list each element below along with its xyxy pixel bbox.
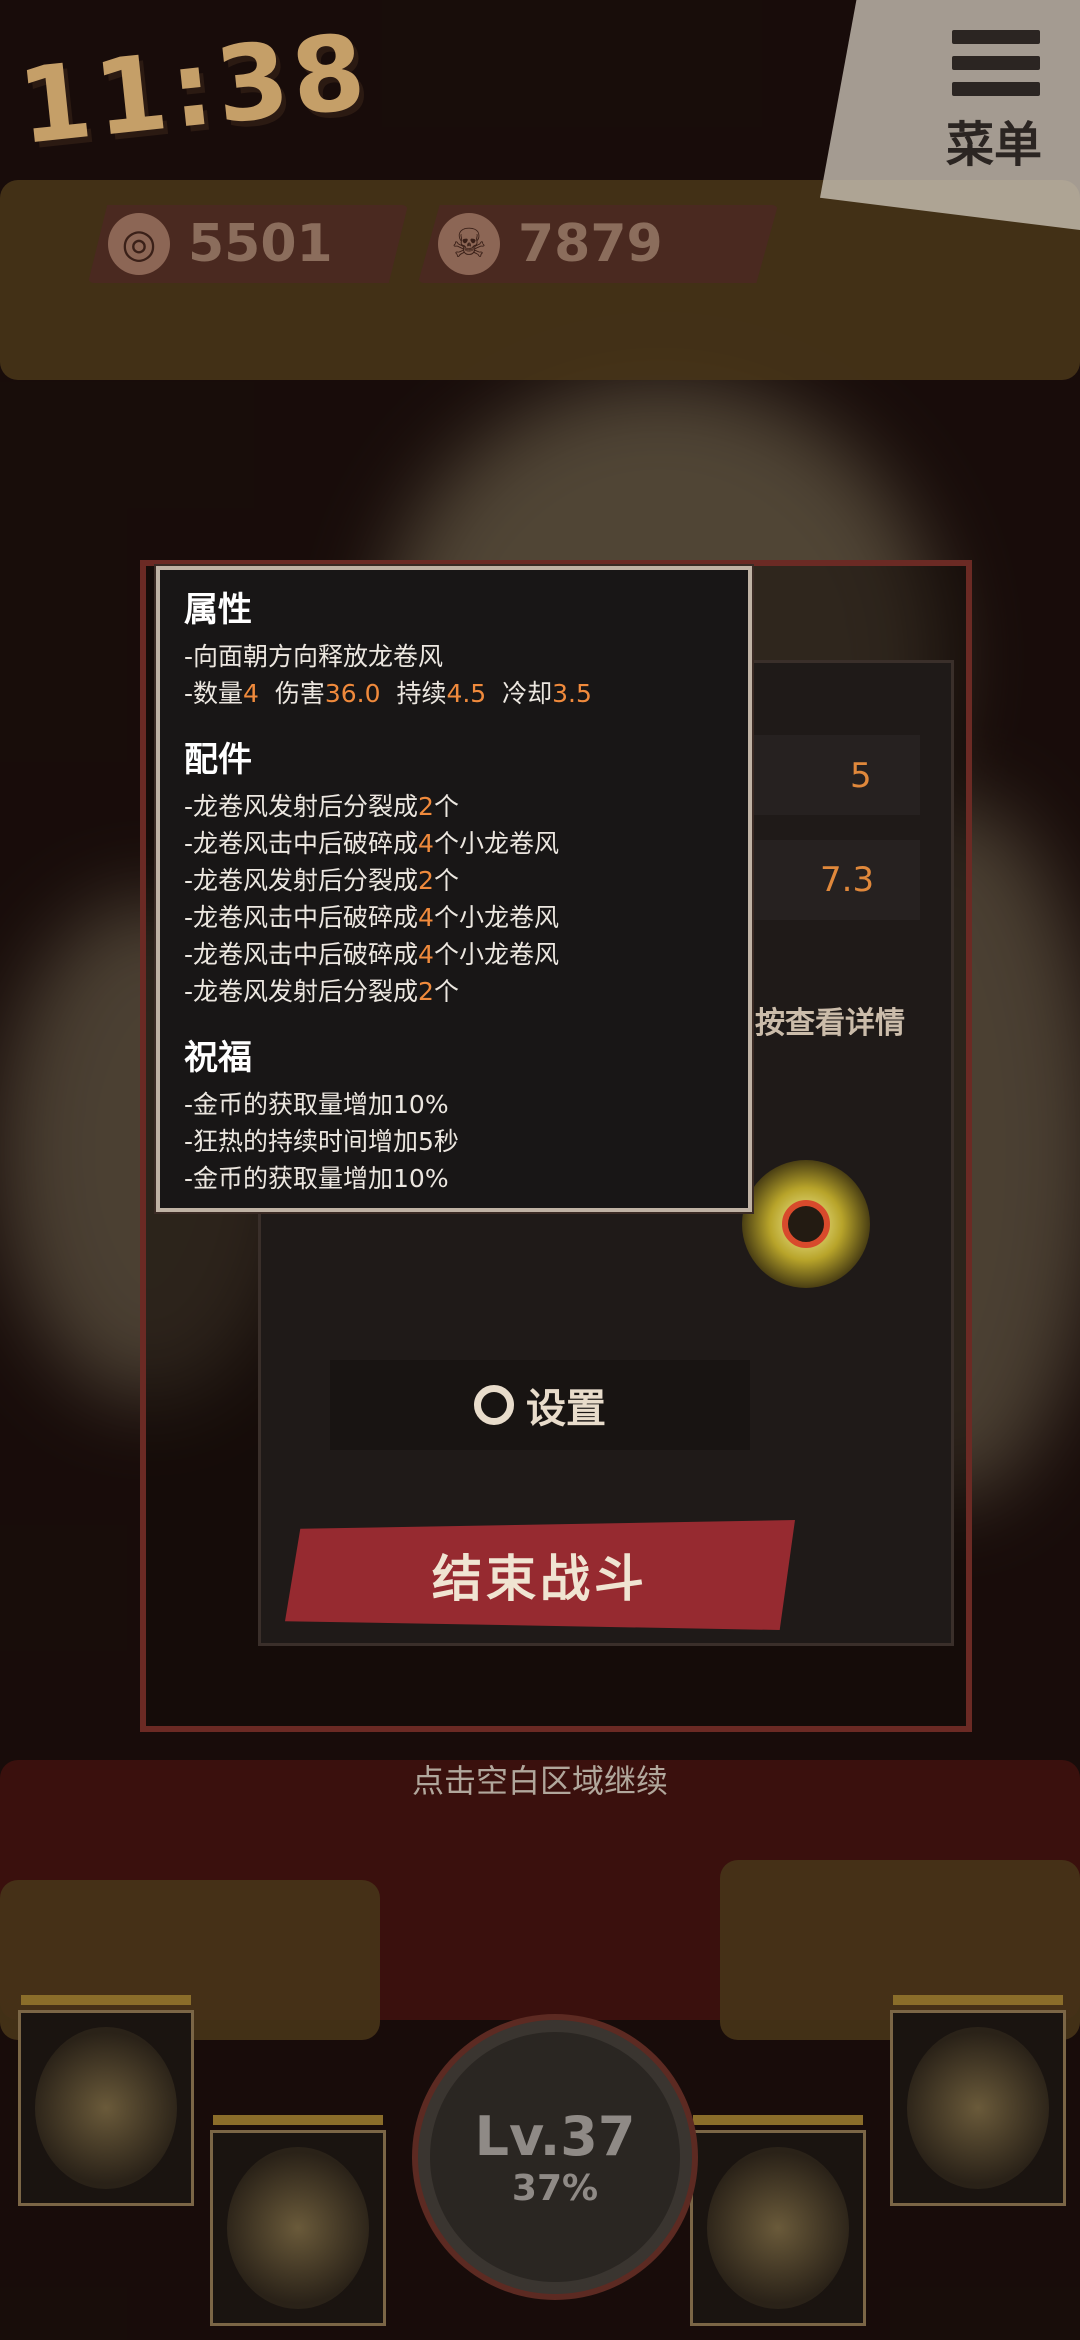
stat-number: 36.0 <box>324 679 381 708</box>
weapon-icon <box>35 2027 177 2189</box>
coin-count: 5501 <box>188 214 333 274</box>
skill-slot[interactable] <box>18 1995 194 2206</box>
tornado-icon <box>227 2147 369 2309</box>
stat-number: 3.5 <box>552 679 592 708</box>
blessings-heading: 祝福 <box>184 1038 252 1078</box>
skull-icon: ☠ <box>438 213 500 275</box>
gear-icon <box>474 1385 514 1425</box>
stat-value: 7.3 <box>820 860 875 900</box>
attribute-stats: -数量4 伤害36.0 持续4.5 冷却3.5 <box>184 675 724 712</box>
detail-hint[interactable]: 按查看详情 <box>755 998 905 1042</box>
blessing-item: -金币的获取量增加10% <box>184 1164 449 1193</box>
part-item: -龙卷风击中后破碎成4个小龙卷风 <box>184 903 559 932</box>
shield-icon <box>907 2027 1049 2189</box>
skill-slot[interactable] <box>690 2115 866 2326</box>
stat-label: 伤害 <box>274 679 325 708</box>
skill-slot[interactable] <box>890 1995 1066 2206</box>
end-battle-button[interactable]: 结束战斗 <box>285 1520 795 1630</box>
skill-slot[interactable] <box>210 2115 386 2326</box>
attributes-heading: 属性 <box>184 590 252 630</box>
player-level: Lv.37 <box>474 2105 636 2168</box>
level-progress: 37% <box>511 2168 599 2209</box>
settings-button[interactable]: 设置 <box>330 1360 750 1450</box>
coin-icon: ◎ <box>108 213 170 275</box>
hamburger-menu-icon[interactable] <box>952 30 1040 108</box>
stat-row <box>750 735 920 815</box>
blessing-item: -狂热的持续时间增加5秒 <box>184 1127 459 1156</box>
part-item: -龙卷风击中后破碎成4个小龙卷风 <box>184 829 559 858</box>
kill-count: 7879 <box>518 214 663 274</box>
menu-label[interactable]: 菜单 <box>946 105 1042 175</box>
stat-label: 持续 <box>396 679 447 708</box>
skill-orb-icon[interactable] <box>742 1160 870 1288</box>
stat-number: 4 <box>243 679 259 708</box>
blade-icon <box>707 2147 849 2309</box>
part-item: -龙卷风发射后分裂成2个 <box>184 977 459 1006</box>
player-level-ring: Lv.37 37% <box>418 2020 692 2294</box>
blessing-item: -金币的获取量增加10% <box>184 1090 449 1119</box>
kill-counter: ☠ 7879 <box>418 205 778 283</box>
part-item: -龙卷风发射后分裂成2个 <box>184 792 459 821</box>
parts-heading: 配件 <box>184 740 252 780</box>
stat-label: 冷却 <box>502 679 553 708</box>
part-item: -龙卷风击中后破碎成4个小龙卷风 <box>184 940 559 969</box>
stat-number: 4.5 <box>446 679 487 708</box>
part-item: -龙卷风发射后分裂成2个 <box>184 866 459 895</box>
attribute-desc: -向面朝方向释放龙卷风 <box>184 642 444 671</box>
stat-label: -数量 <box>184 679 244 708</box>
skill-tooltip: 属性 -向面朝方向释放龙卷风 -数量4 伤害36.0 持续4.5 冷却3.5 配… <box>156 566 752 1212</box>
settings-label: 设置 <box>526 1386 606 1432</box>
continue-hint[interactable]: 点击空白区域继续 <box>0 1756 1080 1802</box>
stat-value: 5 <box>850 756 872 796</box>
coin-counter: ◎ 5501 <box>88 205 408 283</box>
